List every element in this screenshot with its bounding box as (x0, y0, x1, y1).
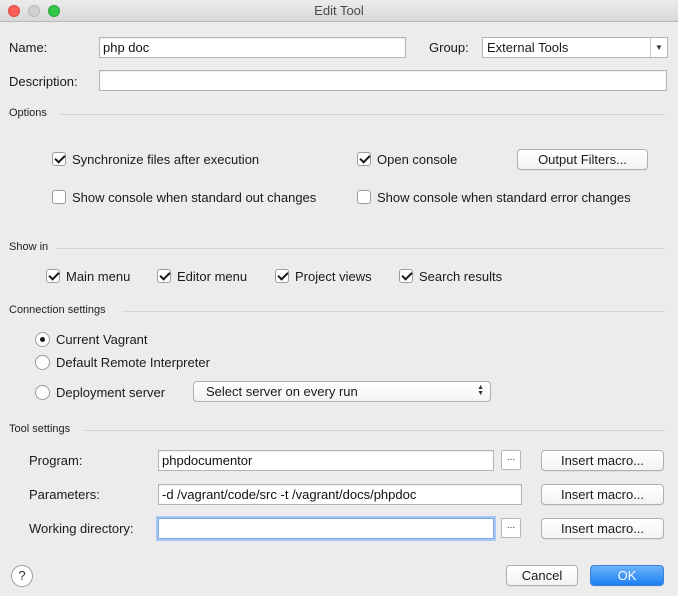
name-field[interactable]: php doc (99, 37, 406, 58)
open-console-checkbox[interactable]: Open console (357, 151, 457, 167)
options-section-title: Options (9, 107, 47, 119)
current-vagrant-label: Current Vagrant (56, 331, 148, 347)
show-console-stderr-checkbox[interactable]: Show console when standard error changes (357, 189, 631, 205)
chevron-down-icon: ▼ (650, 38, 667, 57)
project-views-label: Project views (295, 268, 372, 284)
working-directory-insert-macro-button[interactable]: Insert macro... (541, 518, 664, 539)
checkbox-checked-icon (52, 152, 66, 166)
deployment-server-radio[interactable]: Deployment server (35, 384, 165, 400)
program-field[interactable]: phpdocumentor (158, 450, 494, 471)
default-remote-radio[interactable]: Default Remote Interpreter (35, 354, 210, 370)
group-select[interactable]: External Tools ▼ (482, 37, 668, 58)
checkbox-checked-icon (157, 269, 171, 283)
checkbox-checked-icon (46, 269, 60, 283)
deployment-server-label: Deployment server (56, 384, 166, 400)
program-insert-macro-button[interactable]: Insert macro... (541, 450, 664, 471)
description-field[interactable] (99, 70, 667, 91)
server-select[interactable]: Select server on every run ▲ ▼ (193, 381, 491, 402)
search-results-checkbox[interactable]: Search results (399, 268, 502, 284)
parameters-label: Parameters: (29, 487, 100, 502)
tool-settings-divider (84, 430, 665, 431)
working-directory-field[interactable] (158, 518, 494, 539)
connection-divider (122, 311, 665, 312)
cancel-button[interactable]: Cancel (506, 565, 578, 586)
show-console-stdout-checkbox[interactable]: Show console when standard out changes (52, 189, 316, 205)
parameters-insert-macro-button[interactable]: Insert macro... (541, 484, 664, 505)
show-console-stdout-label: Show console when standard out changes (72, 189, 317, 205)
sync-files-checkbox[interactable]: Synchronize files after execution (52, 151, 259, 167)
open-console-label: Open console (377, 151, 458, 167)
tool-settings-section-title: Tool settings (9, 423, 71, 435)
show-console-stderr-label: Show console when standard error changes (377, 189, 631, 205)
default-remote-label: Default Remote Interpreter (56, 354, 210, 370)
checkbox-checked-icon (399, 269, 413, 283)
ok-button[interactable]: OK (590, 565, 664, 586)
program-label: Program: (29, 453, 83, 468)
project-views-checkbox[interactable]: Project views (275, 268, 372, 284)
current-vagrant-radio[interactable]: Current Vagrant (35, 331, 148, 347)
options-divider (60, 114, 665, 115)
connection-section-title: Connection settings (9, 304, 106, 316)
title-bar: Edit Tool (0, 0, 678, 22)
name-label: Name: (9, 40, 48, 55)
show-in-section-title: Show in (9, 241, 49, 253)
server-select-value: Select server on every run (206, 384, 358, 399)
parameters-field[interactable]: -d /vagrant/code/src -t /vagrant/docs/ph… (158, 484, 522, 505)
help-button[interactable]: ? (11, 565, 33, 587)
working-directory-label: Working directory: (29, 521, 134, 536)
editor-menu-label: Editor menu (177, 268, 248, 284)
group-label: Group: (429, 40, 469, 55)
editor-menu-checkbox[interactable]: Editor menu (157, 268, 247, 284)
radio-unselected-icon (35, 384, 50, 400)
output-filters-button[interactable]: Output Filters... (517, 149, 648, 170)
radio-unselected-icon (35, 354, 50, 370)
edit-tool-dialog: Edit Tool Name: php doc Group: External … (0, 0, 678, 596)
window-title: Edit Tool (314, 3, 364, 18)
radio-selected-icon (35, 331, 50, 347)
main-menu-checkbox[interactable]: Main menu (46, 268, 130, 284)
checkbox-unchecked-icon (52, 190, 66, 204)
checkbox-checked-icon (357, 152, 371, 166)
sync-files-label: Synchronize files after execution (72, 151, 260, 167)
checkbox-unchecked-icon (357, 190, 371, 204)
description-label: Description: (9, 74, 78, 89)
checkbox-checked-icon (275, 269, 289, 283)
program-browse-button[interactable]: ... (501, 450, 521, 470)
up-down-arrows-icon: ▲ ▼ (477, 384, 484, 397)
show-in-divider (56, 248, 665, 249)
working-directory-browse-button[interactable]: ... (501, 518, 521, 538)
search-results-label: Search results (419, 268, 503, 284)
group-select-value: External Tools (487, 40, 569, 55)
main-menu-label: Main menu (66, 268, 131, 284)
